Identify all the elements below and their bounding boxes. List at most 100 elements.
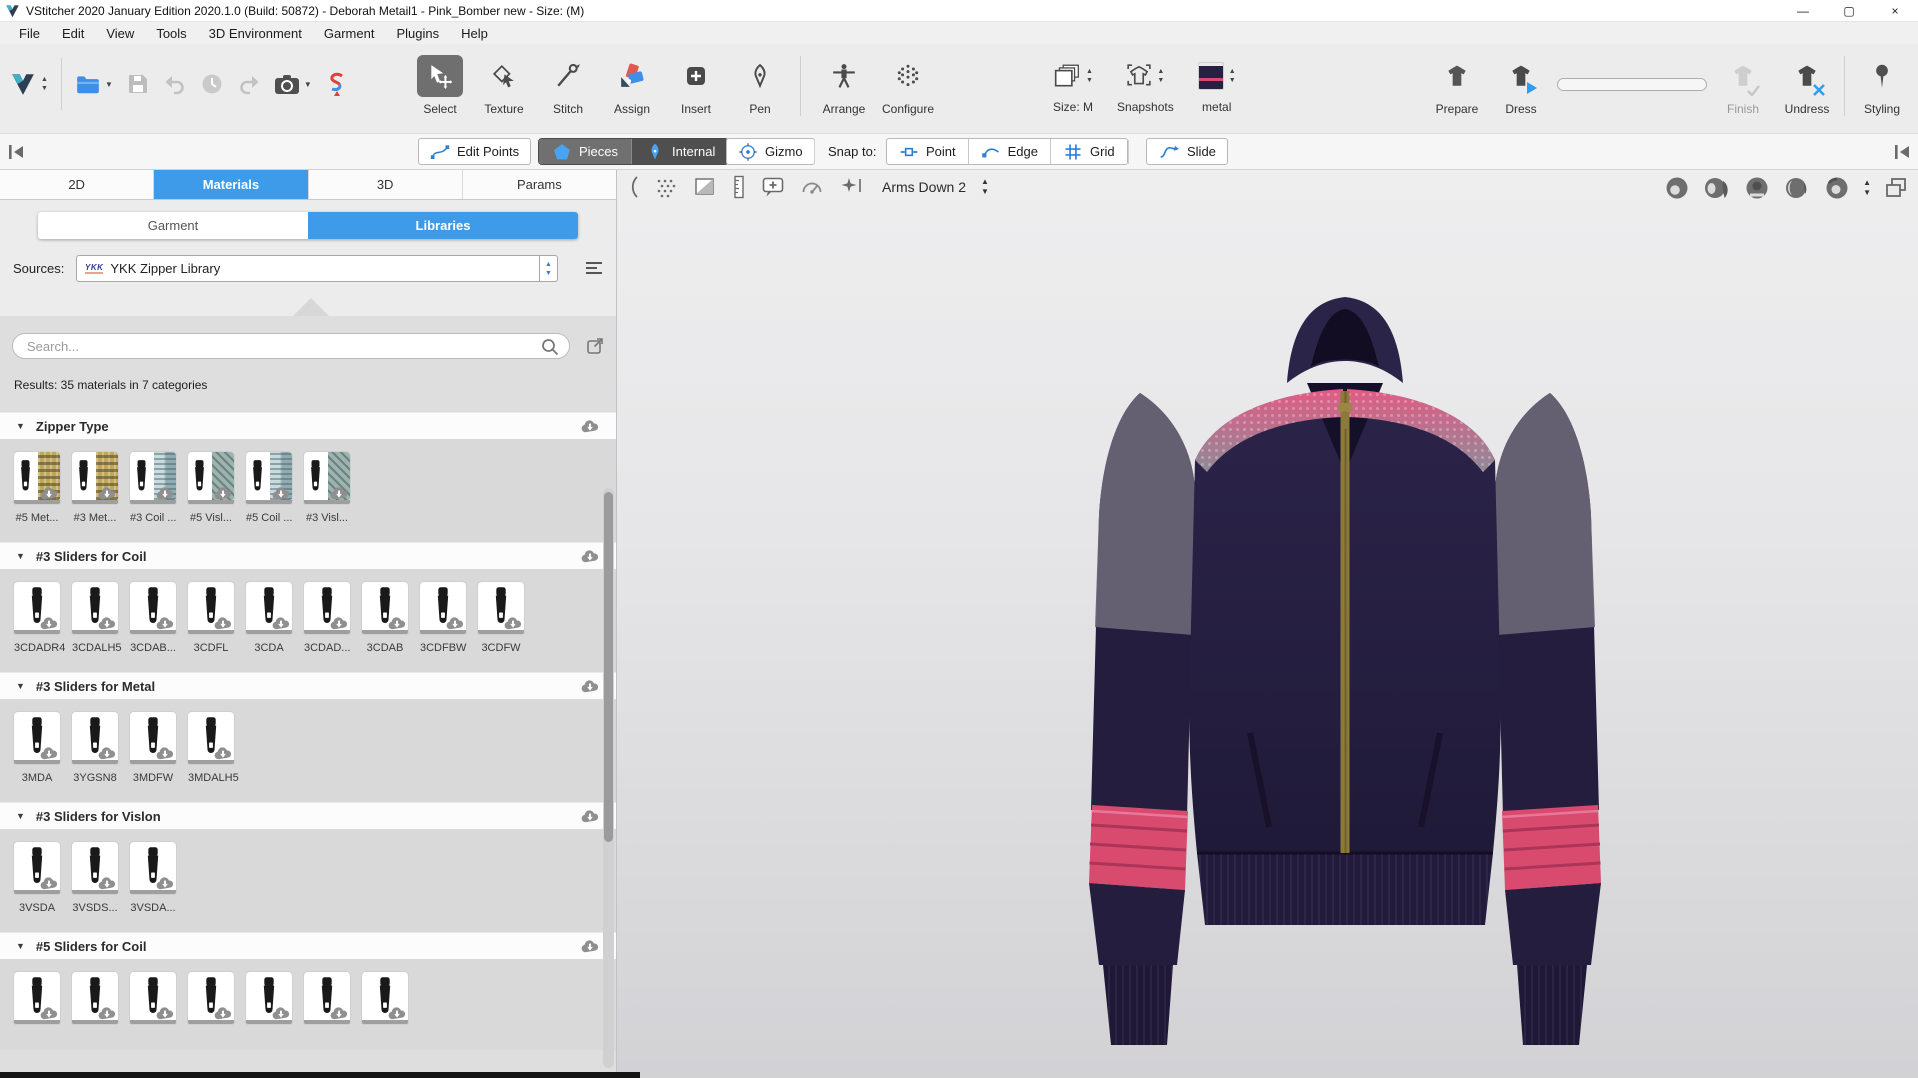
tension-gauge-icon[interactable]	[800, 175, 824, 199]
material-item[interactable]	[14, 972, 60, 1032]
material-thumbnail[interactable]	[14, 972, 60, 1024]
material-item[interactable]	[246, 972, 292, 1032]
material-item[interactable]: 3CDAB...	[130, 582, 176, 654]
cloud-download-icon[interactable]	[580, 550, 600, 563]
material-item[interactable]: 3VSDA	[14, 842, 60, 914]
pose-chevrons-icon[interactable]: ▲▼	[981, 178, 989, 196]
snap-grid-button[interactable]: Grid	[1051, 139, 1127, 164]
material-item[interactable]: #5 Met...	[14, 452, 60, 524]
material-item[interactable]	[188, 972, 234, 1032]
pose-selector[interactable]: Arms Down 2	[882, 179, 966, 195]
material-item[interactable]	[362, 972, 408, 1032]
collapse-triangle-icon[interactable]: ▼	[16, 421, 25, 431]
tab-materials[interactable]: Materials	[154, 170, 308, 199]
material-item[interactable]: 3CDALH5	[72, 582, 118, 654]
cloud-download-icon[interactable]	[580, 680, 600, 693]
material-thumbnail[interactable]	[14, 452, 60, 504]
redo-icon[interactable]	[237, 72, 261, 96]
material-item[interactable]: 3CDFBW	[420, 582, 466, 654]
material-preset-selector[interactable]: ▲▼ metal	[1198, 52, 1236, 114]
material-thumbnail[interactable]	[188, 452, 234, 504]
category-header[interactable]: ▼Zipper Type	[0, 412, 616, 439]
maximize-button[interactable]: ▢	[1826, 0, 1872, 22]
material-thumbnail[interactable]	[362, 582, 408, 634]
collapse-triangle-icon[interactable]: ▼	[16, 811, 25, 821]
material-thumbnail[interactable]	[246, 972, 292, 1024]
collapse-triangle-icon[interactable]: ▼	[16, 941, 25, 951]
material-thumbnail[interactable]	[304, 582, 350, 634]
material-item[interactable]: 3CDFW	[478, 582, 524, 654]
stitch-button[interactable]: Stitch	[536, 52, 600, 116]
garment-3d-render[interactable]	[1045, 265, 1645, 1055]
list-options-icon[interactable]	[584, 260, 604, 276]
pen-button[interactable]: Pen	[728, 52, 792, 116]
collapse-triangle-icon[interactable]: ▼	[16, 681, 25, 691]
snap-point-button[interactable]: Point	[887, 139, 969, 164]
collapse-left-icon[interactable]	[6, 142, 26, 162]
tab-2d[interactable]: 2D	[0, 170, 154, 199]
configure-button[interactable]: Configure	[876, 52, 940, 116]
prepare-button[interactable]: Prepare	[1425, 52, 1489, 116]
finish-button[interactable]: Finish	[1711, 52, 1775, 116]
camera-preset-icon[interactable]	[1824, 175, 1850, 201]
cloud-download-icon[interactable]	[580, 940, 600, 953]
material-item[interactable]: #5 Coil ...	[246, 452, 292, 524]
camera-back-icon[interactable]	[1744, 175, 1770, 201]
material-item[interactable]	[304, 972, 350, 1032]
3d-viewport[interactable]: Arms Down 2 ▲▼ ▲▼	[617, 170, 1918, 1078]
material-item[interactable]: #3 Met...	[72, 452, 118, 524]
search-input[interactable]	[27, 339, 539, 354]
library-source-dropdown[interactable]: YKK YKK Zipper Library ▲▼	[76, 255, 558, 282]
material-item[interactable]: 3VSDS...	[72, 842, 118, 914]
history-clock-icon[interactable]	[200, 72, 224, 96]
gradient-square-icon[interactable]	[693, 175, 717, 199]
material-item[interactable]	[72, 972, 118, 1032]
material-thumbnail[interactable]	[72, 452, 118, 504]
menu-view[interactable]: View	[95, 22, 145, 44]
collapse-arc-icon[interactable]	[627, 175, 639, 199]
app-version-selector[interactable]: ▲▼	[10, 71, 48, 97]
stylezone-upload-icon[interactable]	[325, 71, 349, 97]
material-thumbnail[interactable]	[130, 712, 176, 764]
size-selector[interactable]: ▲▼ Size: M	[1053, 52, 1093, 114]
material-thumbnail[interactable]	[14, 842, 60, 894]
undo-icon[interactable]	[163, 72, 187, 96]
save-icon[interactable]	[126, 72, 150, 96]
material-item[interactable]: 3CDADR4	[14, 582, 60, 654]
material-item[interactable]: 3CDAD...	[304, 582, 350, 654]
menu-plugins[interactable]: Plugins	[385, 22, 450, 44]
sparkle-quality-icon[interactable]	[839, 175, 863, 199]
insert-button[interactable]: Insert	[664, 52, 728, 116]
material-thumbnail[interactable]	[72, 712, 118, 764]
assign-button[interactable]: Assign	[600, 52, 664, 116]
menu-tools[interactable]: Tools	[145, 22, 197, 44]
undress-button[interactable]: Undress	[1775, 52, 1839, 116]
material-thumbnail[interactable]	[130, 582, 176, 634]
camera-side-left-icon[interactable]	[1703, 175, 1731, 201]
material-item[interactable]: 3CDAB	[362, 582, 408, 654]
open-file-button[interactable]: ▼	[75, 71, 113, 97]
material-item[interactable]: #3 Coil ...	[130, 452, 176, 524]
window-restore-icon[interactable]	[1884, 176, 1908, 200]
scrollbar-thumb[interactable]	[604, 492, 613, 842]
menu-help[interactable]: Help	[450, 22, 499, 44]
material-thumbnail[interactable]	[72, 582, 118, 634]
arrange-button[interactable]: Arrange	[812, 52, 876, 116]
dot-grid-icon[interactable]	[654, 175, 678, 199]
subtab-garment[interactable]: Garment	[38, 212, 308, 239]
pieces-toggle-button[interactable]: Pieces	[539, 139, 631, 164]
material-thumbnail[interactable]	[72, 972, 118, 1024]
menu-file[interactable]: File	[8, 22, 51, 44]
material-thumbnail[interactable]	[246, 582, 292, 634]
material-thumbnail[interactable]	[14, 582, 60, 634]
menu-edit[interactable]: Edit	[51, 22, 95, 44]
material-item[interactable]: #5 Visl...	[188, 452, 234, 524]
collapse-triangle-icon[interactable]: ▼	[16, 551, 25, 561]
material-thumbnail[interactable]	[304, 452, 350, 504]
snap-edge-button[interactable]: Edge	[969, 139, 1051, 164]
category-header[interactable]: ▼#3 Sliders for Metal	[0, 672, 616, 699]
search-field[interactable]	[12, 333, 570, 359]
annotation-tag-icon[interactable]	[761, 175, 785, 199]
tab-3d[interactable]: 3D	[309, 170, 463, 199]
material-item[interactable]: 3YGSN8	[72, 712, 118, 784]
